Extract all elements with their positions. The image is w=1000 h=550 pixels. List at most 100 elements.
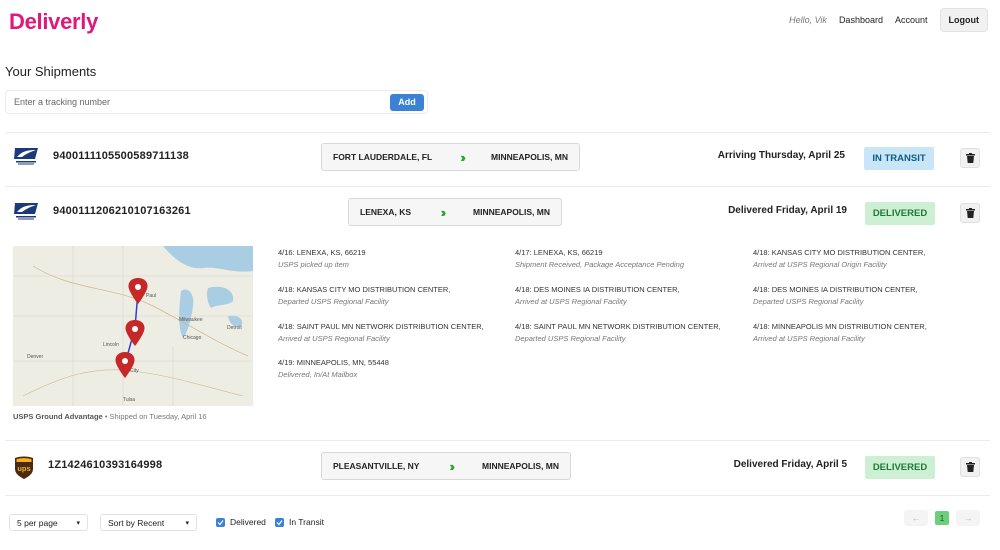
event-description: Arrived at USPS Regional Facility bbox=[278, 334, 390, 343]
tracking-number[interactable]: 1Z1424610393164998 bbox=[48, 459, 162, 471]
event-location: 4/18: SAINT PAUL MN NETWORK DISTRIBUTION… bbox=[278, 322, 484, 331]
double-chevron-right-icon: ›› bbox=[460, 149, 465, 165]
arrival-date: Delivered Friday, April 19 bbox=[728, 205, 847, 216]
delete-shipment-button[interactable] bbox=[960, 148, 980, 168]
delete-shipment-button[interactable] bbox=[960, 203, 980, 223]
map-label: Chicago bbox=[183, 335, 202, 341]
service-name: USPS Ground Advantage bbox=[13, 412, 103, 421]
divider bbox=[5, 440, 990, 441]
destination-city: MINNEAPOLIS, MN bbox=[473, 207, 550, 217]
tracking-event: 4/18: DES MOINES IA DISTRIBUTION CENTER,… bbox=[753, 284, 978, 308]
map-label: Milwaukee bbox=[179, 317, 203, 323]
event-description: USPS picked up item bbox=[278, 260, 349, 269]
map-label: Lincoln bbox=[103, 342, 119, 348]
page-title: Your Shipments bbox=[5, 64, 97, 79]
map-label: Denver bbox=[27, 354, 43, 360]
map-label: Paul bbox=[146, 293, 156, 299]
filter-label: Delivered bbox=[230, 517, 266, 527]
event-location: 4/17: LENEXA, KS, 66219 bbox=[515, 248, 603, 257]
event-description: Arrived at USPS Regional Facility bbox=[515, 297, 627, 306]
shipment-service-caption: USPS Ground Advantage • Shipped on Tuesd… bbox=[13, 412, 207, 421]
event-description: Shipment Received, Package Acceptance Pe… bbox=[515, 260, 684, 269]
tracking-event: 4/18: KANSAS CITY MO DISTRIBUTION CENTER… bbox=[278, 284, 503, 308]
status-badge: DELIVERED bbox=[865, 456, 935, 479]
sort-select[interactable]: Sort by Recent ▾ bbox=[100, 514, 197, 531]
tracking-event: 4/18: DES MOINES IA DISTRIBUTION CENTER,… bbox=[515, 284, 740, 308]
event-location: 4/18: SAINT PAUL MN NETWORK DISTRIBUTION… bbox=[515, 322, 721, 331]
nav-account-link[interactable]: Account bbox=[895, 15, 928, 25]
status-badge: DELIVERED bbox=[865, 202, 935, 225]
sort-value: Sort by Recent bbox=[108, 517, 165, 528]
prev-page-button[interactable]: ← bbox=[904, 510, 928, 526]
per-page-value: 5 per page bbox=[17, 517, 58, 528]
checkbox-checked-icon bbox=[216, 517, 225, 527]
event-description: Arrived at USPS Regional Facility bbox=[753, 334, 865, 343]
event-location: 4/18: DES MOINES IA DISTRIBUTION CENTER, bbox=[515, 285, 680, 294]
origin-city: PLEASANTVILLE, NY bbox=[333, 461, 420, 471]
trash-icon bbox=[965, 208, 975, 218]
tracking-event: 4/18: MINNEAPOLIS MN DISTRIBUTION CENTER… bbox=[753, 321, 978, 345]
shipment-row[interactable]: 9400111105500589711138 FORT LAUDERDALE, … bbox=[5, 137, 990, 177]
nav-dashboard-link[interactable]: Dashboard bbox=[839, 15, 883, 25]
event-description: Delivered, In/At Mailbox bbox=[278, 370, 358, 379]
user-greeting: Hello, Vik bbox=[789, 15, 827, 25]
ups-shield-icon: ups bbox=[15, 456, 33, 479]
origin-city: LENEXA, KS bbox=[360, 207, 412, 217]
svg-text:ups: ups bbox=[17, 464, 30, 473]
route-map[interactable]: Paul Milwaukee Detroit Chicago Lincoln D… bbox=[13, 246, 253, 406]
event-description: Departed USPS Regional Facility bbox=[753, 297, 864, 306]
event-description: Departed USPS Regional Facility bbox=[278, 297, 389, 306]
add-tracking-button[interactable]: Add bbox=[390, 93, 424, 111]
tracking-number-input[interactable]: Enter a tracking number bbox=[6, 91, 390, 113]
divider bbox=[5, 186, 990, 187]
chevron-down-icon: ▾ bbox=[76, 519, 80, 527]
route-box: FORT LAUDERDALE, FL ›› MINNEAPOLIS, MN bbox=[321, 143, 580, 171]
event-description: Arrived at USPS Regional Origin Facility bbox=[753, 260, 887, 269]
map-label: City bbox=[130, 368, 139, 374]
divider bbox=[5, 495, 990, 496]
pagination: ← 1 → bbox=[904, 510, 980, 526]
usps-eagle-icon bbox=[14, 148, 38, 165]
filter-delivered-checkbox[interactable]: Delivered bbox=[216, 517, 266, 527]
tracking-event: 4/18: SAINT PAUL MN NETWORK DISTRIBUTION… bbox=[278, 321, 503, 345]
divider bbox=[5, 132, 990, 133]
delete-shipment-button[interactable] bbox=[960, 457, 980, 477]
trash-icon bbox=[965, 153, 975, 163]
event-description: Departed USPS Regional Facility bbox=[515, 334, 626, 343]
event-location: 4/19: MINNEAPOLIS, MN, 55448 bbox=[278, 358, 389, 367]
map-label: Tulsa bbox=[123, 397, 135, 403]
app-logo[interactable]: Deliverly bbox=[9, 9, 98, 35]
arrival-date: Delivered Friday, April 5 bbox=[733, 459, 847, 470]
double-chevron-right-icon: ›› bbox=[440, 204, 446, 220]
shipment-row[interactable]: 9400111206210107163261 LENEXA, KS ›› MIN… bbox=[5, 192, 990, 232]
shipment-row[interactable]: ups 1Z1424610393164998 PLEASANTVILLE, NY… bbox=[5, 446, 990, 486]
destination-city: MINNEAPOLIS, MN bbox=[482, 461, 559, 471]
event-location: 4/18: KANSAS CITY MO DISTRIBUTION CENTER… bbox=[753, 248, 926, 257]
event-location: 4/18: MINNEAPOLIS MN DISTRIBUTION CENTER… bbox=[753, 322, 927, 331]
event-location: 4/18: KANSAS CITY MO DISTRIBUTION CENTER… bbox=[278, 285, 451, 294]
tracking-number[interactable]: 9400111206210107163261 bbox=[53, 205, 191, 217]
per-page-select[interactable]: 5 per page ▾ bbox=[9, 514, 88, 531]
trash-icon bbox=[965, 462, 975, 472]
route-map-graphic: Paul Milwaukee Detroit Chicago Lincoln D… bbox=[13, 246, 253, 406]
page-number[interactable]: 1 bbox=[935, 511, 949, 525]
route-box: LENEXA, KS ›› MINNEAPOLIS, MN bbox=[348, 198, 562, 226]
origin-city: FORT LAUDERDALE, FL bbox=[333, 152, 433, 162]
destination-city: MINNEAPOLIS, MN bbox=[491, 152, 568, 162]
checkbox-checked-icon bbox=[275, 517, 284, 527]
route-box: PLEASANTVILLE, NY ›› MINNEAPOLIS, MN bbox=[321, 452, 571, 480]
event-location: 4/18: DES MOINES IA DISTRIBUTION CENTER, bbox=[753, 285, 918, 294]
next-page-button[interactable]: → bbox=[956, 510, 980, 526]
tracking-number[interactable]: 9400111105500589711138 bbox=[53, 150, 189, 162]
tracking-event: 4/18: SAINT PAUL MN NETWORK DISTRIBUTION… bbox=[515, 321, 740, 345]
logout-button[interactable]: Logout bbox=[939, 8, 988, 32]
filter-in-transit-checkbox[interactable]: In Transit bbox=[275, 517, 324, 527]
tracking-event: 4/19: MINNEAPOLIS, MN, 55448 Delivered, … bbox=[278, 357, 503, 381]
usps-eagle-icon bbox=[14, 203, 38, 220]
tracking-form: Enter a tracking number Add bbox=[5, 90, 428, 114]
shipped-date: • Shipped on Tuesday, April 16 bbox=[102, 412, 207, 421]
filter-label: In Transit bbox=[289, 517, 324, 527]
tracking-event: 4/17: LENEXA, KS, 66219 Shipment Receive… bbox=[515, 247, 740, 271]
tracking-event: 4/16: LENEXA, KS, 66219 USPS picked up i… bbox=[278, 247, 503, 271]
tracking-event: 4/18: KANSAS CITY MO DISTRIBUTION CENTER… bbox=[753, 247, 978, 271]
